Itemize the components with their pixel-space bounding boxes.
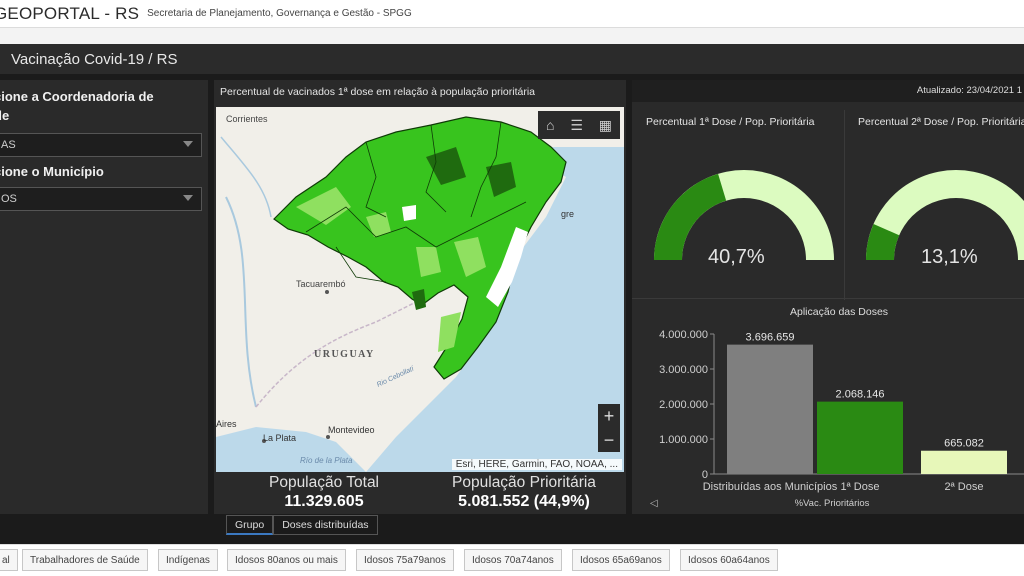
group-tab[interactable]: Trabalhadores de Saúde [22, 549, 148, 571]
gauge2-value: 13,1% [921, 246, 978, 268]
zoom-in-button[interactable]: + [598, 404, 620, 428]
gauge2-title: Percentual 2ª Dose / Pop. Prioritária [858, 116, 1024, 128]
x-category-label: 2ª Dose [945, 481, 984, 493]
y-tick-label: 1.000.000 [659, 434, 708, 446]
label-tacuarembo: Tacuarembó [296, 279, 346, 289]
group-tab[interactable]: Idosos 70a74anos [464, 549, 562, 571]
gauge1-value: 40,7% [708, 246, 765, 268]
city-dot [326, 435, 330, 439]
label-corrientes: Corrientes [226, 114, 268, 124]
stat-prioritaria-label: População Prioritária [452, 474, 596, 491]
bar [727, 344, 813, 474]
bar-value-label: 2.068.146 [836, 389, 885, 401]
stat-prioritaria-value: 5.081.552 (44,9%) [458, 493, 590, 510]
bar [921, 450, 1007, 474]
gauge1-title: Percentual 1ª Dose / Pop. Prioritária [646, 116, 815, 128]
map-view[interactable]: Corrientes Tacuarembó URUGUAY Montevideo… [216, 107, 624, 472]
group-tab[interactable]: al [0, 549, 18, 571]
label-montevideo: Montevideo [328, 425, 375, 435]
top-header: GEOPORTAL - RS Secretaria de Planejament… [0, 0, 1024, 28]
stat-total-value: 11.329.605 [284, 493, 364, 510]
map-toolbar: ⌂ ☰ ▦ [538, 111, 620, 139]
label-rioplata: Río de la Plata [300, 456, 353, 465]
municipio-select-value: OS [1, 193, 17, 205]
updated-timestamp: Atualizado: 23/04/2021 1 [632, 80, 1024, 102]
zoom-controls: + − [598, 404, 620, 452]
app-root: GEOPORTAL - RS Secretaria de Planejament… [0, 0, 1024, 576]
zoom-out-button[interactable]: − [598, 428, 620, 452]
coordenadoria-select[interactable]: AS [0, 133, 202, 157]
x-category-label: Distribuídas aos Municípios [703, 481, 838, 493]
chevron-down-icon [183, 141, 193, 147]
chevron-down-icon [183, 195, 193, 201]
dashboard-title-bar: Vacinação Covid-19 / RS [0, 44, 1024, 74]
municipio-select[interactable]: OS [0, 187, 202, 211]
tab-grupo[interactable]: Grupo [226, 515, 274, 535]
city-dot [325, 290, 329, 294]
header-gap [0, 28, 1024, 44]
label-aires: Aires [216, 419, 237, 429]
group-tab[interactable]: Indígenas [158, 549, 218, 571]
x-category-label: 1ª Dose [841, 481, 880, 493]
label-laplata: La Plata [263, 433, 296, 443]
bar-value-label: 665.082 [944, 438, 984, 450]
municipio-label: cione o Município [0, 164, 104, 179]
coordenadoria-select-value: AS [1, 139, 16, 151]
group-tab[interactable]: Idosos 65a69anos [572, 549, 670, 571]
bar [817, 401, 903, 474]
coordenadoria-label: cione a Coordenadoria de de [0, 89, 154, 123]
tab-doses-distribuidas[interactable]: Doses distribuídas [273, 515, 378, 535]
home-icon[interactable]: ⌂ [546, 117, 554, 133]
map-panel: Percentual de vacinados 1ª dose em relaç… [214, 80, 626, 514]
basemap-grid-icon[interactable]: ▦ [599, 117, 612, 134]
map-tabs: Grupo Doses distribuídas [226, 515, 378, 535]
bar-value-label: 3.696.659 [746, 332, 795, 344]
no-data-region [402, 205, 416, 221]
stat-total: População Total 11.329.605 [234, 474, 414, 511]
map-title: Percentual de vacinados 1ª dose em relaç… [220, 86, 535, 98]
map-canvas: Corrientes Tacuarembó URUGUAY Montevideo… [216, 107, 624, 472]
group-tab[interactable]: Idosos 75a79anos [356, 549, 454, 571]
bar-chart: 0 1.000.000 2.000.000 3.000.000 4.000.000 3.6… [650, 329, 1024, 509]
y-tick-label: 2.000.000 [659, 399, 708, 411]
stat-prioritaria: População Prioritária 5.081.552 (44,9%) [426, 474, 622, 511]
y-tick-label: 4.000.000 [659, 329, 708, 341]
group-tab[interactable]: Idosos 80anos ou mais [227, 549, 346, 571]
filter-panel: cione a Coordenadoria de de AS cione o M… [0, 80, 208, 514]
divider [844, 110, 845, 300]
brand-subtitle: Secretaria de Planejamento, Governança e… [147, 8, 412, 19]
dashboard-title: Vacinação Covid-19 / RS [11, 50, 178, 68]
group-tab[interactable]: Idosos 60a64anos [680, 549, 778, 571]
prev-page-icon: ◁ [650, 498, 658, 509]
map-attribution[interactable]: Esri, HERE, Garmin, FAO, NOAA, ... [451, 459, 622, 470]
group-tabs-bar: al Trabalhadores de Saúde Indígenas Idos… [0, 544, 1024, 576]
legend-list-icon[interactable]: ☰ [570, 117, 583, 134]
divider [632, 298, 1024, 299]
y-tick-label: 0 [702, 469, 708, 481]
stat-total-label: População Total [268, 474, 380, 491]
label-uruguay: URUGUAY [314, 349, 375, 360]
label-gre: gre [561, 209, 574, 219]
x-axis-label: %Vac. Prioritários [795, 498, 870, 509]
indicators-panel: Atualizado: 23/04/2021 1 Percentual 1ª D… [632, 80, 1024, 514]
brand-title[interactable]: GEOPORTAL - RS [0, 4, 139, 24]
y-tick-label: 3.000.000 [659, 364, 708, 376]
